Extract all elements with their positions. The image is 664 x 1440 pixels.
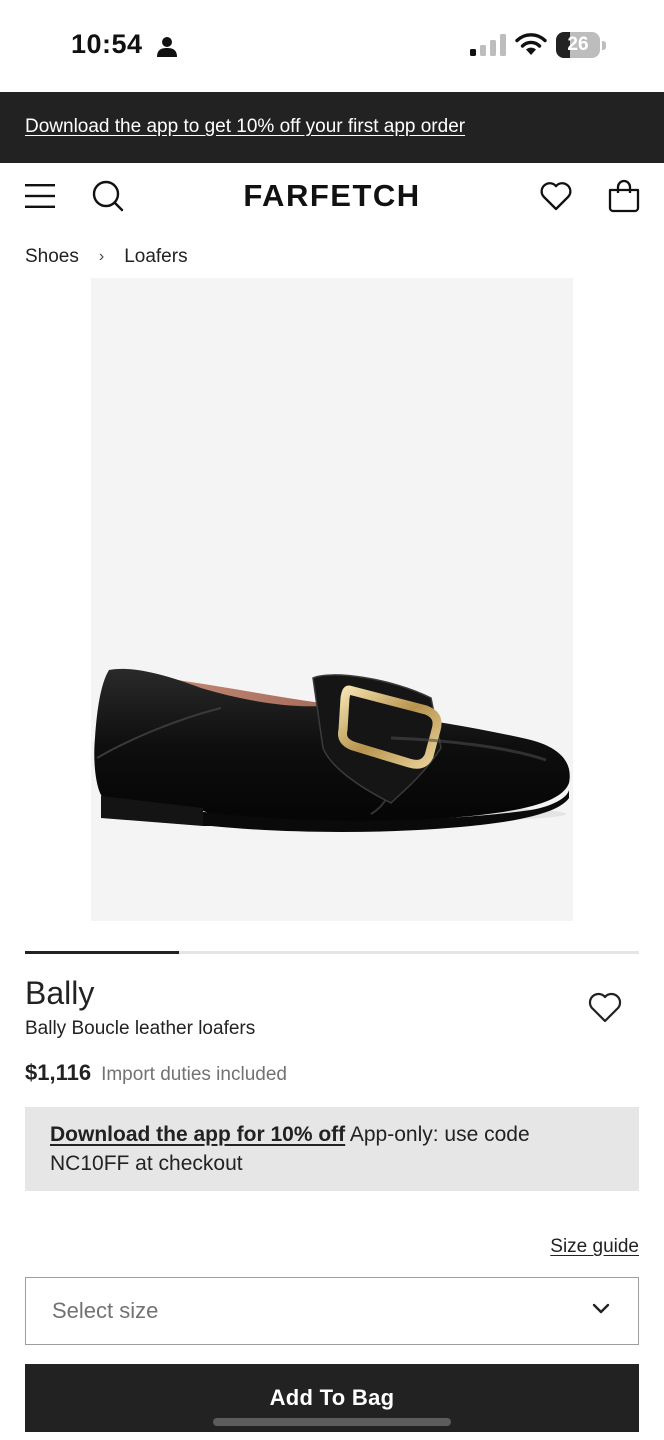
battery-icon: 26 — [556, 32, 606, 58]
status-bar: 10:54 26 — [0, 0, 664, 92]
size-guide-link[interactable]: Size guide — [550, 1236, 639, 1258]
app-offer-link[interactable]: Download the app for 10% off — [50, 1123, 345, 1146]
status-time: 10:54 — [71, 29, 143, 59]
chevron-down-icon — [592, 1303, 610, 1314]
product-description: Bally Boucle leather loafers — [25, 1018, 256, 1039]
person-icon — [157, 37, 177, 57]
promo-banner: Download the app to get 10% off your fir… — [0, 92, 664, 163]
size-select-placeholder: Select size — [52, 1298, 159, 1323]
loafer-shoe-image — [94, 668, 570, 832]
breadcrumb-separator: › — [98, 248, 105, 265]
breadcrumb: Shoes › Loafers — [25, 244, 188, 270]
shopping-bag-icon[interactable] — [607, 179, 641, 213]
heart-icon[interactable] — [539, 180, 573, 212]
breadcrumb-loafers[interactable]: Loafers — [124, 246, 187, 268]
cellular-signal-icon — [470, 34, 506, 56]
product-brand[interactable]: Bally — [25, 975, 94, 1012]
battery-level: 26 — [567, 34, 589, 55]
gallery-progress-bar — [25, 951, 639, 954]
price-row: $1,116 Import duties included — [25, 1060, 287, 1086]
home-indicator[interactable] — [213, 1418, 451, 1426]
size-select[interactable]: Select size — [25, 1277, 639, 1345]
gallery-progress-fill — [25, 951, 179, 954]
app-offer-box: Download the app for 10% off App-only: u… — [25, 1107, 639, 1191]
breadcrumb-shoes[interactable]: Shoes — [25, 246, 79, 268]
product-image[interactable] — [91, 278, 573, 921]
app-download-link[interactable]: Download the app to get 10% off your fir… — [25, 116, 465, 138]
duties-note: Import duties included — [101, 1064, 287, 1085]
wifi-icon — [515, 33, 547, 55]
product-price: $1,116 — [25, 1060, 92, 1085]
add-to-wishlist-heart-icon[interactable] — [587, 990, 623, 1024]
